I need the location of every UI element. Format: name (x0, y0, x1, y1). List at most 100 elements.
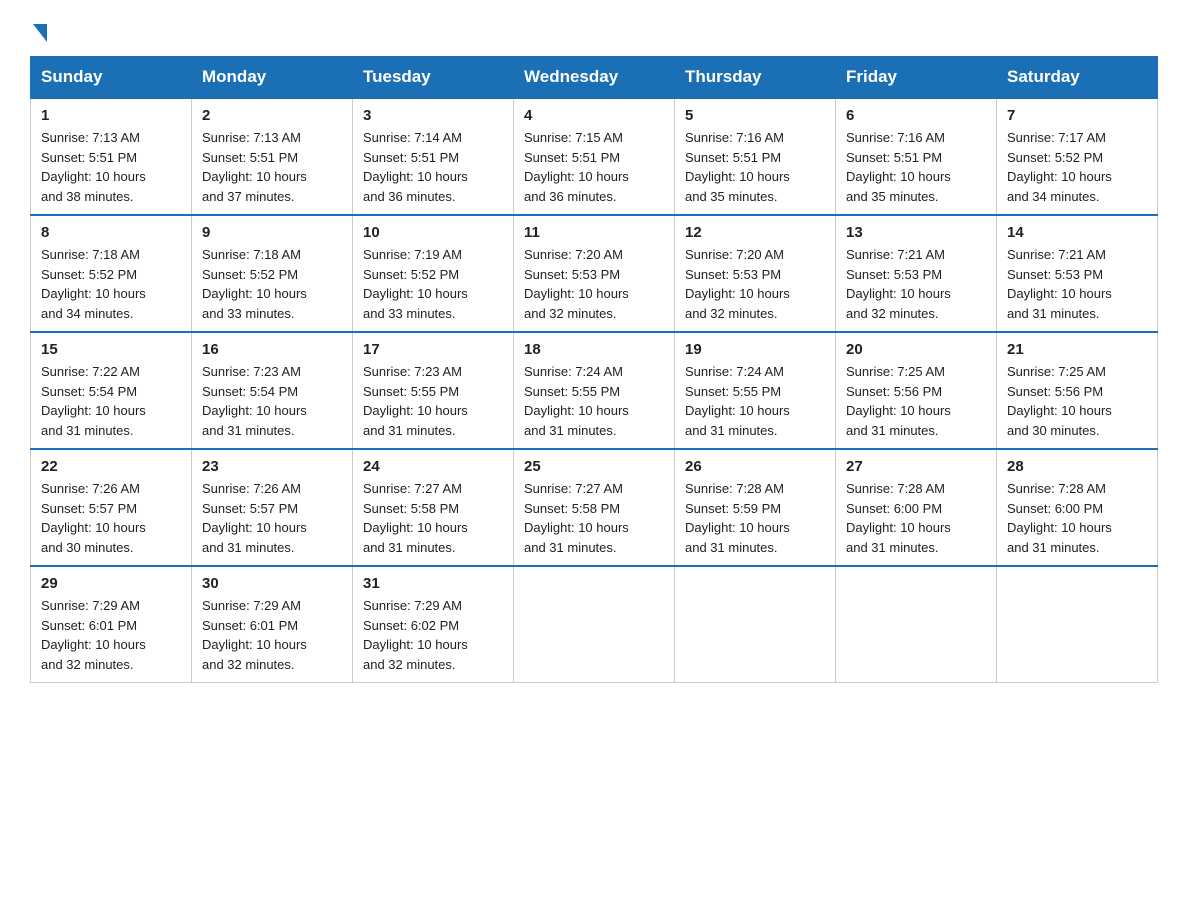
calendar-cell: 8 Sunrise: 7:18 AM Sunset: 5:52 PM Dayli… (31, 215, 192, 332)
calendar-cell: 1 Sunrise: 7:13 AM Sunset: 5:51 PM Dayli… (31, 98, 192, 215)
day-info: Sunrise: 7:22 AM Sunset: 5:54 PM Dayligh… (41, 362, 181, 440)
calendar-cell: 11 Sunrise: 7:20 AM Sunset: 5:53 PM Dayl… (514, 215, 675, 332)
day-info: Sunrise: 7:28 AM Sunset: 6:00 PM Dayligh… (846, 479, 986, 557)
calendar-cell: 17 Sunrise: 7:23 AM Sunset: 5:55 PM Dayl… (353, 332, 514, 449)
day-info: Sunrise: 7:27 AM Sunset: 5:58 PM Dayligh… (524, 479, 664, 557)
day-info: Sunrise: 7:29 AM Sunset: 6:01 PM Dayligh… (41, 596, 181, 674)
day-info: Sunrise: 7:25 AM Sunset: 5:56 PM Dayligh… (1007, 362, 1147, 440)
calendar-cell (997, 566, 1158, 683)
calendar-cell: 26 Sunrise: 7:28 AM Sunset: 5:59 PM Dayl… (675, 449, 836, 566)
day-info: Sunrise: 7:29 AM Sunset: 6:02 PM Dayligh… (363, 596, 503, 674)
calendar-cell: 20 Sunrise: 7:25 AM Sunset: 5:56 PM Dayl… (836, 332, 997, 449)
calendar-cell: 10 Sunrise: 7:19 AM Sunset: 5:52 PM Dayl… (353, 215, 514, 332)
calendar-cell: 3 Sunrise: 7:14 AM Sunset: 5:51 PM Dayli… (353, 98, 514, 215)
day-number: 16 (202, 341, 342, 358)
day-number: 2 (202, 107, 342, 124)
calendar-cell: 19 Sunrise: 7:24 AM Sunset: 5:55 PM Dayl… (675, 332, 836, 449)
page-header (30, 20, 1158, 38)
day-number: 27 (846, 458, 986, 475)
day-info: Sunrise: 7:24 AM Sunset: 5:55 PM Dayligh… (524, 362, 664, 440)
day-number: 12 (685, 224, 825, 241)
day-number: 13 (846, 224, 986, 241)
day-info: Sunrise: 7:13 AM Sunset: 5:51 PM Dayligh… (202, 128, 342, 206)
calendar-cell: 27 Sunrise: 7:28 AM Sunset: 6:00 PM Dayl… (836, 449, 997, 566)
col-header-saturday: Saturday (997, 57, 1158, 99)
calendar-week-row: 15 Sunrise: 7:22 AM Sunset: 5:54 PM Dayl… (31, 332, 1158, 449)
day-number: 1 (41, 107, 181, 124)
day-number: 6 (846, 107, 986, 124)
calendar-cell: 2 Sunrise: 7:13 AM Sunset: 5:51 PM Dayli… (192, 98, 353, 215)
calendar-cell: 5 Sunrise: 7:16 AM Sunset: 5:51 PM Dayli… (675, 98, 836, 215)
day-info: Sunrise: 7:16 AM Sunset: 5:51 PM Dayligh… (685, 128, 825, 206)
calendar-cell: 12 Sunrise: 7:20 AM Sunset: 5:53 PM Dayl… (675, 215, 836, 332)
logo-arrow-icon (33, 24, 47, 42)
day-number: 5 (685, 107, 825, 124)
calendar-cell: 21 Sunrise: 7:25 AM Sunset: 5:56 PM Dayl… (997, 332, 1158, 449)
day-info: Sunrise: 7:18 AM Sunset: 5:52 PM Dayligh… (41, 245, 181, 323)
col-header-monday: Monday (192, 57, 353, 99)
day-number: 30 (202, 575, 342, 592)
calendar-week-row: 22 Sunrise: 7:26 AM Sunset: 5:57 PM Dayl… (31, 449, 1158, 566)
day-number: 26 (685, 458, 825, 475)
calendar-cell: 6 Sunrise: 7:16 AM Sunset: 5:51 PM Dayli… (836, 98, 997, 215)
calendar-cell: 25 Sunrise: 7:27 AM Sunset: 5:58 PM Dayl… (514, 449, 675, 566)
col-header-sunday: Sunday (31, 57, 192, 99)
day-info: Sunrise: 7:28 AM Sunset: 5:59 PM Dayligh… (685, 479, 825, 557)
col-header-wednesday: Wednesday (514, 57, 675, 99)
calendar-cell: 4 Sunrise: 7:15 AM Sunset: 5:51 PM Dayli… (514, 98, 675, 215)
day-info: Sunrise: 7:24 AM Sunset: 5:55 PM Dayligh… (685, 362, 825, 440)
day-number: 9 (202, 224, 342, 241)
calendar-cell: 28 Sunrise: 7:28 AM Sunset: 6:00 PM Dayl… (997, 449, 1158, 566)
day-info: Sunrise: 7:14 AM Sunset: 5:51 PM Dayligh… (363, 128, 503, 206)
calendar-cell (836, 566, 997, 683)
day-number: 21 (1007, 341, 1147, 358)
day-info: Sunrise: 7:16 AM Sunset: 5:51 PM Dayligh… (846, 128, 986, 206)
calendar-header-row: SundayMondayTuesdayWednesdayThursdayFrid… (31, 57, 1158, 99)
day-number: 17 (363, 341, 503, 358)
day-number: 3 (363, 107, 503, 124)
day-info: Sunrise: 7:29 AM Sunset: 6:01 PM Dayligh… (202, 596, 342, 674)
col-header-friday: Friday (836, 57, 997, 99)
day-info: Sunrise: 7:13 AM Sunset: 5:51 PM Dayligh… (41, 128, 181, 206)
day-info: Sunrise: 7:27 AM Sunset: 5:58 PM Dayligh… (363, 479, 503, 557)
day-info: Sunrise: 7:19 AM Sunset: 5:52 PM Dayligh… (363, 245, 503, 323)
day-number: 8 (41, 224, 181, 241)
day-number: 20 (846, 341, 986, 358)
calendar-cell: 23 Sunrise: 7:26 AM Sunset: 5:57 PM Dayl… (192, 449, 353, 566)
day-info: Sunrise: 7:28 AM Sunset: 6:00 PM Dayligh… (1007, 479, 1147, 557)
day-info: Sunrise: 7:17 AM Sunset: 5:52 PM Dayligh… (1007, 128, 1147, 206)
day-info: Sunrise: 7:21 AM Sunset: 5:53 PM Dayligh… (846, 245, 986, 323)
calendar-cell: 30 Sunrise: 7:29 AM Sunset: 6:01 PM Dayl… (192, 566, 353, 683)
calendar-cell: 15 Sunrise: 7:22 AM Sunset: 5:54 PM Dayl… (31, 332, 192, 449)
calendar-cell: 7 Sunrise: 7:17 AM Sunset: 5:52 PM Dayli… (997, 98, 1158, 215)
day-number: 22 (41, 458, 181, 475)
day-info: Sunrise: 7:23 AM Sunset: 5:54 PM Dayligh… (202, 362, 342, 440)
day-number: 4 (524, 107, 664, 124)
calendar-cell: 13 Sunrise: 7:21 AM Sunset: 5:53 PM Dayl… (836, 215, 997, 332)
day-number: 18 (524, 341, 664, 358)
day-info: Sunrise: 7:20 AM Sunset: 5:53 PM Dayligh… (524, 245, 664, 323)
col-header-thursday: Thursday (675, 57, 836, 99)
calendar-table: SundayMondayTuesdayWednesdayThursdayFrid… (30, 56, 1158, 683)
calendar-week-row: 29 Sunrise: 7:29 AM Sunset: 6:01 PM Dayl… (31, 566, 1158, 683)
calendar-cell: 22 Sunrise: 7:26 AM Sunset: 5:57 PM Dayl… (31, 449, 192, 566)
day-number: 28 (1007, 458, 1147, 475)
day-number: 31 (363, 575, 503, 592)
calendar-cell: 24 Sunrise: 7:27 AM Sunset: 5:58 PM Dayl… (353, 449, 514, 566)
day-number: 19 (685, 341, 825, 358)
col-header-tuesday: Tuesday (353, 57, 514, 99)
day-number: 15 (41, 341, 181, 358)
calendar-cell (675, 566, 836, 683)
calendar-week-row: 8 Sunrise: 7:18 AM Sunset: 5:52 PM Dayli… (31, 215, 1158, 332)
day-info: Sunrise: 7:18 AM Sunset: 5:52 PM Dayligh… (202, 245, 342, 323)
day-number: 14 (1007, 224, 1147, 241)
day-info: Sunrise: 7:21 AM Sunset: 5:53 PM Dayligh… (1007, 245, 1147, 323)
day-number: 23 (202, 458, 342, 475)
calendar-cell: 14 Sunrise: 7:21 AM Sunset: 5:53 PM Dayl… (997, 215, 1158, 332)
day-number: 11 (524, 224, 664, 241)
day-info: Sunrise: 7:23 AM Sunset: 5:55 PM Dayligh… (363, 362, 503, 440)
calendar-cell: 29 Sunrise: 7:29 AM Sunset: 6:01 PM Dayl… (31, 566, 192, 683)
day-number: 25 (524, 458, 664, 475)
calendar-cell: 16 Sunrise: 7:23 AM Sunset: 5:54 PM Dayl… (192, 332, 353, 449)
day-info: Sunrise: 7:20 AM Sunset: 5:53 PM Dayligh… (685, 245, 825, 323)
